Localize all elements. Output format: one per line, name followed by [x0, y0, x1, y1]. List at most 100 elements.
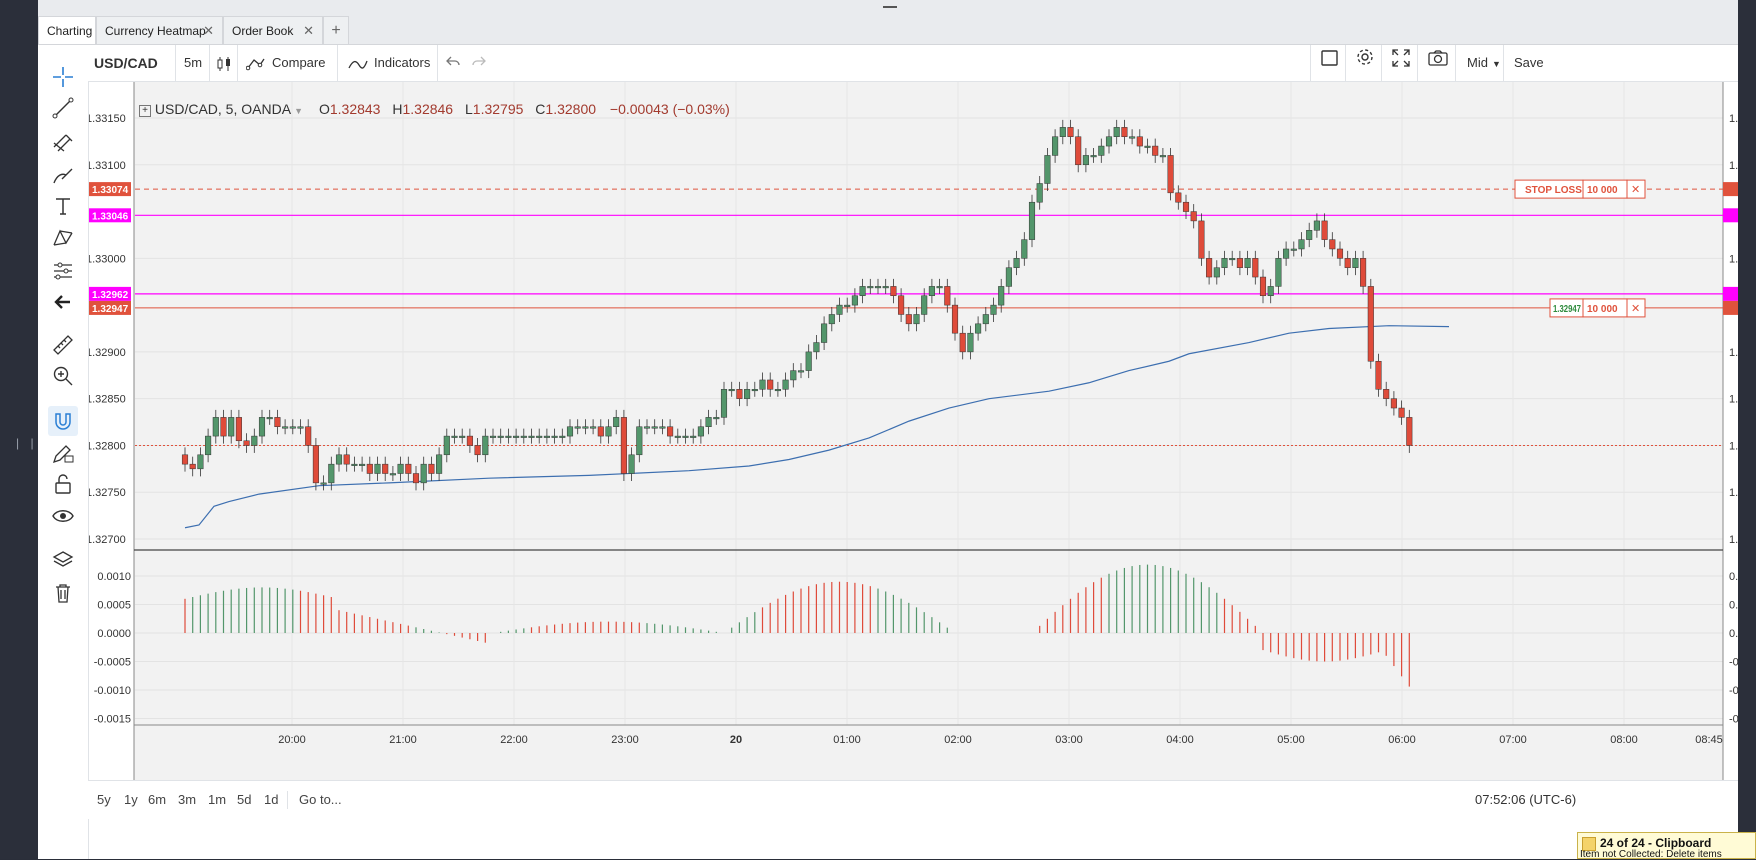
visibility-tool[interactable]	[48, 501, 78, 531]
magnet-tool[interactable]	[48, 406, 78, 436]
candle[interactable]	[197, 454, 204, 470]
candle[interactable]	[805, 351, 812, 371]
goto-button[interactable]: Go to...	[299, 781, 342, 819]
period-5d-button[interactable]: 5d	[237, 781, 251, 819]
candle[interactable]	[1067, 127, 1074, 137]
candle[interactable]	[312, 445, 319, 484]
interval-button[interactable]: 5m	[176, 45, 210, 81]
candle[interactable]	[466, 435, 473, 446]
candle[interactable]	[844, 304, 851, 307]
candle[interactable]	[1313, 220, 1320, 231]
candle[interactable]	[944, 286, 951, 306]
remove-drawings-tool[interactable]	[48, 578, 78, 608]
candle[interactable]	[1267, 286, 1274, 297]
candle[interactable]	[289, 426, 296, 429]
resize-handle[interactable]: | |	[16, 436, 38, 450]
candle[interactable]	[1306, 230, 1313, 240]
candle[interactable]	[1213, 267, 1220, 278]
candle[interactable]	[1136, 136, 1143, 147]
candle[interactable]	[921, 295, 928, 315]
candle[interactable]	[1005, 267, 1012, 287]
candle[interactable]	[874, 286, 882, 289]
symbol-search[interactable]: USD/CAD	[88, 45, 176, 81]
candle[interactable]	[982, 314, 989, 325]
candle[interactable]	[389, 473, 396, 476]
candle[interactable]	[643, 426, 651, 429]
candle[interactable]	[1259, 276, 1267, 297]
candle[interactable]	[975, 323, 982, 334]
candle[interactable]	[790, 370, 797, 381]
candle[interactable]	[1036, 183, 1043, 203]
candle[interactable]	[767, 379, 774, 390]
candle[interactable]	[959, 332, 966, 353]
period-1d-button[interactable]: 1d	[264, 781, 278, 819]
chart-canvas[interactable]: 1.33150 1.33150 1.33100 1.33100 1.33000 1.330…	[86, 82, 1756, 780]
candle[interactable]	[574, 426, 581, 429]
candle[interactable]	[374, 463, 381, 474]
tab-currency-heatmap[interactable]: Currency Heatmap ✕	[96, 16, 223, 44]
candle[interactable]	[1144, 145, 1151, 148]
candle[interactable]	[682, 435, 689, 438]
candle[interactable]	[1175, 192, 1182, 203]
candle[interactable]	[713, 417, 720, 420]
period-5y-button[interactable]: 5y	[97, 781, 111, 819]
forecast-tool[interactable]	[48, 255, 78, 285]
candle[interactable]	[782, 379, 789, 390]
legend-title[interactable]: USD/CAD, 5, OANDA	[155, 101, 290, 117]
add-tab-button[interactable]: +	[323, 16, 349, 44]
candle[interactable]	[551, 435, 558, 438]
candle[interactable]	[489, 435, 497, 438]
chevron-down-icon[interactable]: ▼	[294, 106, 303, 116]
candle[interactable]	[1321, 220, 1328, 240]
candle[interactable]	[1398, 407, 1405, 418]
candle[interactable]	[397, 463, 404, 474]
candle[interactable]	[1390, 398, 1397, 409]
candle[interactable]	[998, 286, 1005, 306]
candle[interactable]	[1198, 220, 1205, 259]
price-mode-select[interactable]: Mid ▼	[1456, 45, 1504, 81]
candle[interactable]	[1367, 286, 1374, 362]
candle[interactable]	[867, 286, 874, 289]
lock-tool[interactable]	[48, 469, 78, 499]
candle[interactable]	[1159, 155, 1166, 158]
candle[interactable]	[266, 417, 273, 420]
candle[interactable]	[1236, 258, 1243, 268]
candle[interactable]	[505, 435, 512, 438]
candle[interactable]	[1283, 248, 1290, 259]
candle[interactable]	[744, 389, 751, 399]
candle[interactable]	[597, 426, 604, 437]
candle[interactable]	[836, 304, 843, 315]
candle[interactable]	[1052, 136, 1059, 156]
candle[interactable]	[905, 314, 912, 325]
candle[interactable]	[451, 435, 458, 438]
candle[interactable]	[543, 435, 550, 438]
fullscreen-frame-button[interactable]	[1310, 45, 1346, 81]
candle[interactable]	[1190, 211, 1197, 222]
candle[interactable]	[181, 454, 189, 465]
candle[interactable]	[936, 286, 943, 289]
candle[interactable]	[898, 295, 905, 315]
candle[interactable]	[497, 435, 504, 438]
pitchfork-tool[interactable]	[48, 127, 78, 157]
candle[interactable]	[1329, 239, 1336, 250]
candle[interactable]	[1075, 136, 1082, 166]
redo-button[interactable]	[466, 45, 494, 81]
fullscreen-button[interactable]	[1382, 45, 1418, 81]
candle[interactable]	[1028, 201, 1036, 240]
candle[interactable]	[697, 426, 704, 437]
settings-button[interactable]	[1346, 45, 1382, 81]
candle[interactable]	[1044, 155, 1051, 184]
candle[interactable]	[605, 426, 612, 437]
candle[interactable]	[1336, 248, 1344, 259]
candle[interactable]	[913, 314, 920, 325]
candle[interactable]	[1360, 258, 1367, 287]
candle[interactable]	[1013, 258, 1020, 268]
candle[interactable]	[951, 304, 959, 334]
candle[interactable]	[1383, 389, 1390, 399]
candle[interactable]	[620, 417, 627, 474]
clipboard-notification[interactable]: 24 of 24 - Clipboard Item not Collected:…	[1577, 832, 1756, 860]
candle[interactable]	[1352, 258, 1359, 268]
candle[interactable]	[774, 389, 781, 392]
candle[interactable]	[382, 463, 389, 474]
candle[interactable]	[366, 463, 373, 474]
